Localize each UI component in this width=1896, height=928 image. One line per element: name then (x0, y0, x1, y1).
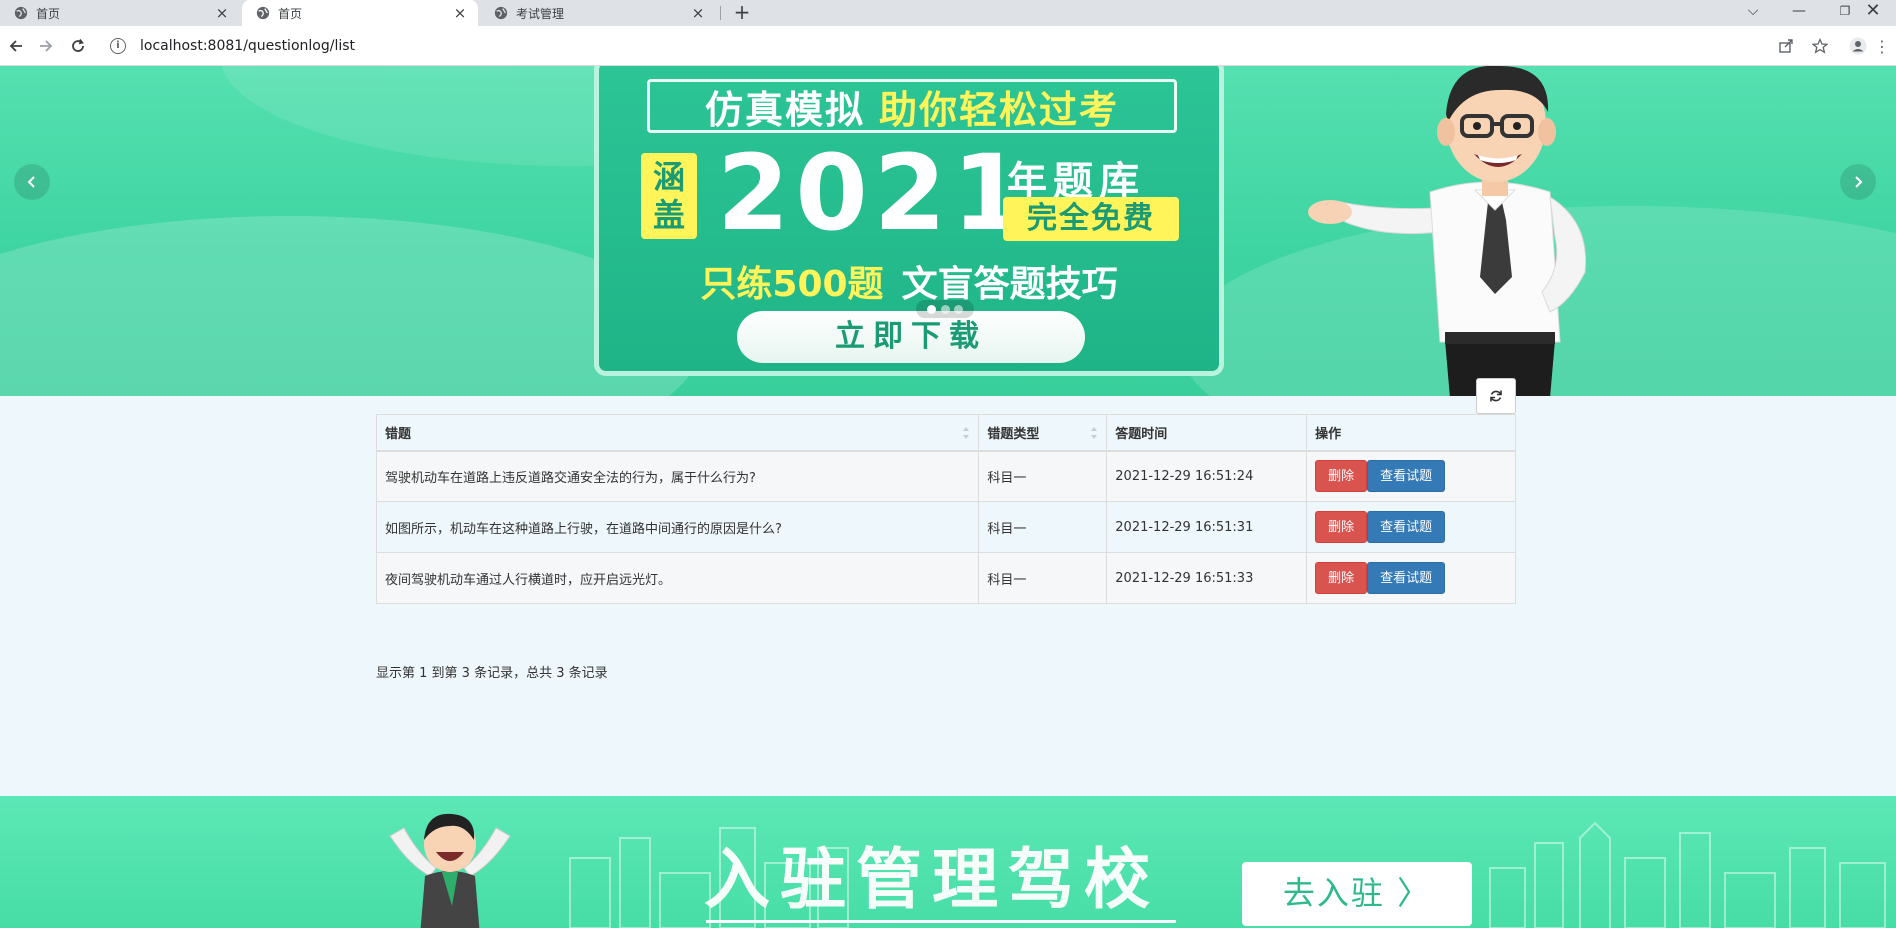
download-button[interactable]: 立即下载 (737, 311, 1085, 363)
time-cell: 2021-12-29 16:51:33 (1106, 552, 1308, 604)
column-header-time: 答题时间 (1106, 414, 1308, 452)
table-row: 驾驶机动车在道路上违反道路交通安全法的行为，属于什么行为? 科目一 2021-1… (375, 450, 1516, 502)
footer-title: 入驻管理驾校 (704, 841, 1160, 918)
column-header-label: 答题时间 (1115, 426, 1168, 442)
column-header-label: 错题 (385, 426, 412, 442)
arrow-left-icon (9, 40, 22, 52)
column-header-type[interactable]: 错题类型 (978, 414, 1108, 452)
view-question-button[interactable]: 查看试题 (1367, 460, 1446, 493)
type-cell: 科目一 (978, 552, 1108, 604)
globe-icon (14, 6, 28, 20)
browser-tabstrip: 首页 × 首页 × 考试管理 × + ⌵ — ❐ ✕ (0, 0, 1896, 26)
ad-subline: 只练500题 文盲答题技巧 (599, 255, 1219, 307)
delete-button[interactable]: 删除 (1315, 460, 1368, 493)
footer-underline (706, 920, 1176, 923)
join-button[interactable]: 去入驻 〉 (1242, 862, 1472, 926)
carousel-prev-button[interactable] (14, 164, 50, 200)
tab-separator (720, 6, 721, 20)
actions-cell: 删除 查看试题 (1306, 450, 1516, 502)
sort-icon (1091, 427, 1098, 439)
minimize-icon[interactable]: — (1776, 0, 1822, 26)
browser-tab-2[interactable]: 首页 × (242, 0, 478, 26)
carousel-dot-1[interactable] (926, 304, 936, 314)
close-icon[interactable]: × (690, 5, 706, 21)
time-cell: 2021-12-29 16:51:24 (1106, 450, 1308, 502)
tab-title: 首页 (36, 6, 61, 21)
ad-subline-white: 文盲答题技巧 (901, 264, 1118, 305)
refresh-icon (1490, 390, 1502, 402)
profile-icon[interactable] (1848, 36, 1868, 56)
arrow-right-icon (40, 40, 53, 52)
ad-year: 2021 (717, 132, 1031, 254)
table-row: 如图所示，机动车在这种道路上行驶，在道路中间通行的原因是什么? 科目一 2021… (375, 501, 1516, 553)
question-cell: 驾驶机动车在道路上违反道路交通安全法的行为，属于什么行为? (375, 450, 980, 502)
cheering-man-illustration (389, 813, 511, 928)
chevron-left-icon (27, 176, 35, 188)
url-text: localhost:8081/questionlog/list (140, 38, 356, 54)
carousel-dot-2[interactable] (940, 304, 950, 314)
hero-carousel: 仿真模拟 助你轻松过考 涵 盖 2021 年题库 完全免费 只练500题 文盲答题… (0, 66, 1896, 396)
actions-cell: 删除 查看试题 (1306, 501, 1516, 553)
share-icon[interactable] (1776, 36, 1796, 56)
delete-button[interactable]: 删除 (1315, 511, 1368, 543)
column-header-actions: 操作 (1306, 414, 1516, 452)
view-question-button[interactable]: 查看试题 (1367, 511, 1446, 543)
tab-search-icon[interactable]: ⌵ (1730, 0, 1776, 26)
new-tab-button[interactable]: + (730, 0, 754, 26)
question-log-table: 错题 错题类型 答题时间 操作 驾驶机动车在道路上违反道路交通安全法的行为，属于… (375, 414, 1516, 604)
table-header-row: 错题 错题类型 答题时间 操作 (375, 414, 1516, 452)
reload-icon (72, 39, 84, 52)
refresh-button[interactable] (1476, 378, 1516, 414)
page-content: 仿真模拟 助你轻松过考 涵 盖 2021 年题库 完全免费 只练500题 文盲答题… (0, 66, 1896, 928)
address-bar[interactable]: i localhost:8081/questionlog/list (102, 30, 1802, 62)
column-header-label: 错题类型 (987, 426, 1040, 442)
carousel-next-button[interactable] (1840, 164, 1876, 200)
question-cell: 如图所示，机动车在这种道路上行驶，在道路中间通行的原因是什么? (375, 501, 980, 553)
browser-tab-1[interactable]: 首页 × (0, 0, 240, 26)
sort-icon (963, 427, 970, 439)
column-header-question[interactable]: 错题 (375, 414, 980, 452)
delete-button[interactable]: 删除 (1315, 562, 1368, 594)
ad-free-badge: 完全免费 (1003, 197, 1179, 241)
back-button[interactable] (4, 34, 28, 58)
tab-title: 考试管理 (516, 6, 565, 21)
ad-headline: 仿真模拟 助你轻松过考 (647, 79, 1177, 133)
pagination-info: 显示第 1 到第 3 条记录，总共 3 条记录 (376, 666, 608, 681)
star-icon[interactable] (1810, 36, 1830, 56)
ad-subline-yellow: 只练500题 (700, 264, 884, 305)
browser-toolbar: i localhost:8081/questionlog/list ⋮ (0, 26, 1896, 66)
type-cell: 科目一 (978, 450, 1108, 502)
question-cell: 夜间驾驶机动车通过人行横道时，应开启远光灯。 (375, 552, 980, 604)
ad-card[interactable]: 仿真模拟 助你轻松过考 涵 盖 2021 年题库 完全免费 只练500题 文盲答题… (594, 66, 1224, 376)
carousel-dot-3[interactable] (954, 304, 964, 314)
browser-tab-3[interactable]: 考试管理 × (480, 0, 716, 26)
info-icon[interactable]: i (110, 38, 126, 54)
ad-cover-char-2: 盖 (652, 196, 685, 234)
close-icon[interactable]: × (214, 5, 230, 21)
ad-headline-yellow: 助你轻松过考 (879, 87, 1120, 132)
tab-title: 首页 (278, 6, 303, 21)
chevron-right-icon (1855, 176, 1863, 188)
carousel-indicators (916, 300, 974, 318)
ad-headline-white: 仿真模拟 (704, 87, 865, 132)
table-row: 夜间驾驶机动车通过人行横道时，应开启远光灯。 科目一 2021-12-29 16… (375, 552, 1516, 604)
type-cell: 科目一 (978, 501, 1108, 553)
time-cell: 2021-12-29 16:51:31 (1106, 501, 1308, 553)
menu-icon[interactable]: ⋮ (1872, 36, 1892, 56)
close-window-icon[interactable]: ✕ (1850, 0, 1896, 26)
close-icon[interactable]: × (452, 5, 468, 21)
actions-cell: 删除 查看试题 (1306, 552, 1516, 604)
forward-button[interactable] (34, 34, 58, 58)
ad-cover-char-1: 涵 (652, 158, 685, 196)
reload-button[interactable] (66, 34, 90, 58)
businessman-mascot-illustration (1308, 66, 1587, 396)
view-question-button[interactable]: 查看试题 (1367, 562, 1446, 594)
city-skyline-decoration (1489, 821, 1886, 928)
footer-promo-banner: 入驻管理驾校 去入驻 〉 (0, 796, 1896, 928)
column-header-label: 操作 (1315, 426, 1342, 442)
globe-icon (494, 6, 508, 20)
globe-icon (256, 6, 270, 20)
ad-cover-badge: 涵 盖 (641, 153, 697, 239)
